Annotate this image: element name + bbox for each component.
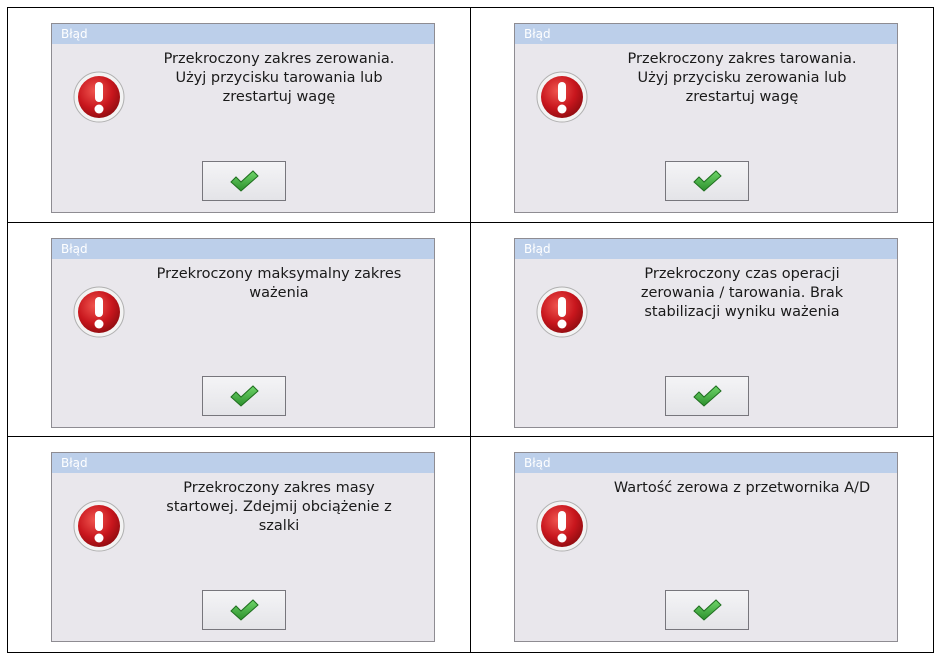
dialog-message: Przekroczony maksymalny zakres ważenia — [156, 266, 402, 301]
error-exclamation-icon — [73, 500, 125, 552]
error-dialog: Błąd Przekroczony zakres tarowania. Użyj… — [514, 23, 898, 213]
dialog-title: Błąd — [52, 24, 434, 44]
ok-button[interactable] — [202, 161, 286, 201]
error-exclamation-icon — [536, 286, 588, 338]
error-dialog: Błąd Przekroczony maksymalny zakres waże… — [51, 238, 435, 428]
dialog-message: Przekroczony zakres zerowania. Użyj przy… — [163, 51, 395, 105]
dialog-message: Wartość zerowa z przetwornika A/D — [613, 479, 871, 496]
ok-button[interactable] — [202, 589, 286, 630]
error-dialog: Błąd Przekroczony zakres zerowania. Użyj… — [51, 23, 435, 213]
ok-button[interactable] — [665, 161, 749, 201]
error-exclamation-icon — [536, 500, 588, 552]
dialog-title: Błąd — [52, 239, 434, 259]
ok-button[interactable] — [202, 376, 286, 416]
ok-button[interactable] — [665, 376, 749, 416]
error-dialog-grid: Błąd Przekroczony zakres zerowania. Użyj… — [7, 7, 934, 654]
checkmark-icon — [693, 170, 722, 192]
ok-button[interactable] — [665, 589, 749, 630]
checkmark-icon — [693, 385, 722, 407]
checkmark-icon — [230, 599, 259, 621]
dialog-message: Przekroczony czas operacji zerowania / t… — [640, 266, 844, 320]
dialog-title: Błąd — [515, 452, 897, 473]
dialog-message: Przekroczony zakres tarowania. Użyj przy… — [627, 51, 857, 105]
dialog-title: Błąd — [515, 239, 897, 259]
dialog-title: Błąd — [52, 452, 434, 473]
grid-cell: Błąd Przekroczony maksymalny zakres waże… — [7, 222, 471, 437]
grid-cell: Błąd Przekroczony zakres masy startowej.… — [7, 435, 471, 654]
error-dialog: Błąd Wartość zerowa z przetwornika A/D — [514, 451, 898, 642]
grid-cell: Błąd Przekroczony zakres zerowania. Użyj… — [7, 7, 471, 223]
checkmark-icon — [693, 599, 722, 621]
grid-cell: Błąd Przekroczony czas operacji zerowani… — [470, 222, 934, 437]
checkmark-icon — [230, 170, 259, 192]
error-exclamation-icon — [536, 71, 588, 123]
dialog-title: Błąd — [515, 24, 897, 44]
dialog-message: Przekroczony zakres masy startowej. Zdej… — [166, 479, 392, 534]
checkmark-icon — [230, 385, 259, 407]
error-exclamation-icon — [73, 71, 125, 123]
error-dialog: Błąd Przekroczony zakres masy startowej.… — [51, 451, 435, 642]
grid-cell: Błąd Wartość zerowa z przetwornika A/D — [470, 435, 934, 654]
grid-cell: Błąd Przekroczony zakres tarowania. Użyj… — [470, 7, 934, 223]
error-exclamation-icon — [73, 286, 125, 338]
error-dialog: Błąd Przekroczony czas operacji zerowani… — [514, 238, 898, 428]
